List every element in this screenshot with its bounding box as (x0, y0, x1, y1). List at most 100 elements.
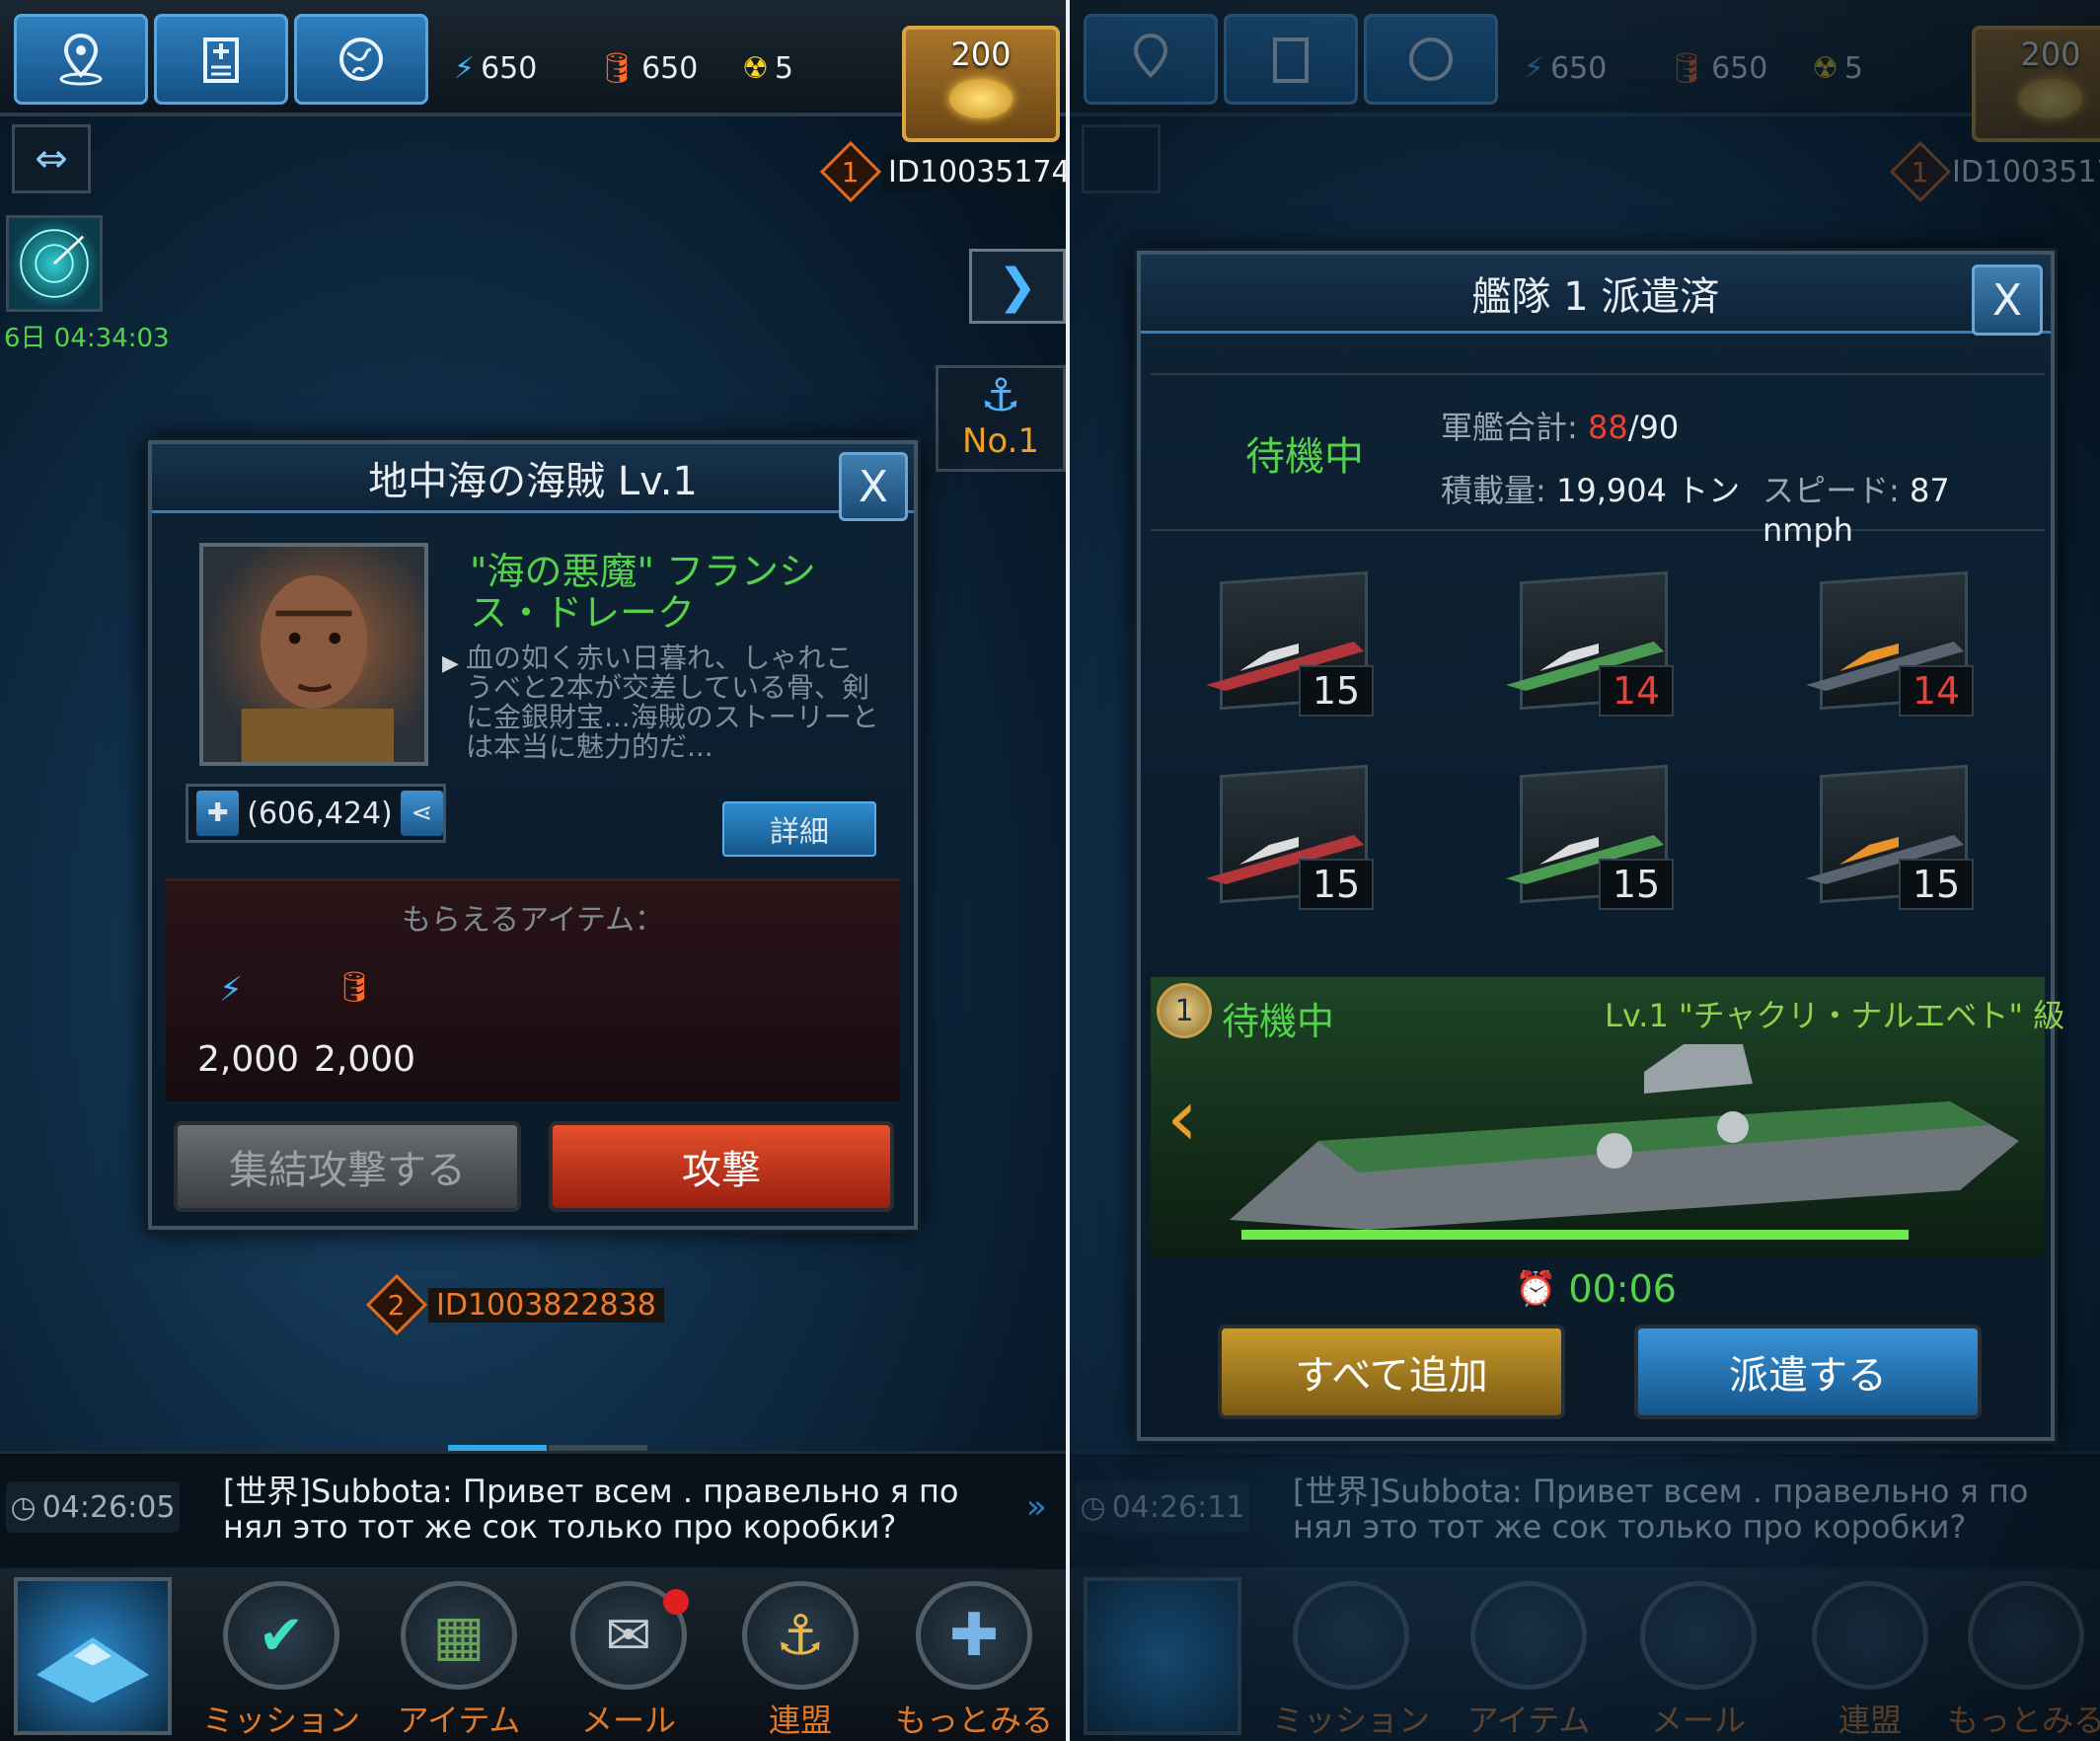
nav-alliance[interactable]: ⚓ 連盟 (726, 1569, 874, 1741)
enemy-id-badge[interactable]: 2 ID1003822838 (365, 1273, 664, 1336)
close-button[interactable]: X (839, 452, 908, 521)
plus-icon (1968, 1581, 2084, 1690)
expand-panel-button[interactable]: ❯ (969, 249, 1066, 324)
rank-diamond-icon: 1 (819, 140, 882, 203)
fleet-status: 待機中 (1245, 434, 1364, 480)
ship-slot[interactable]: 15 (1500, 764, 1678, 918)
world-map-button (1364, 14, 1498, 105)
bottom-nav: ✔ ミッション ▦ アイテム ✉ メール ⚓ 連盟 ✚ もっとみる (0, 1569, 1066, 1741)
rank-diamond-icon: 1 (1889, 140, 1952, 203)
nav-more[interactable]: ✚ もっとみる (895, 1569, 1053, 1741)
chat-timer: ◷ 04:26:05 (6, 1481, 180, 1533)
flagship-section: 1 待機中 Lv.1 "チャクリ・ナルエベト" 級 ‹ (1151, 977, 2064, 1257)
event-timer: 6日 04:34:03 (4, 324, 170, 353)
bullet-arrow-icon: ▶ (442, 651, 459, 676)
nav-mission: ミッション (1272, 1569, 1430, 1741)
cargo-capacity: 積載量: 19,904 トン (1441, 472, 1741, 509)
ship-slot[interactable]: 15 (1200, 764, 1378, 918)
nav-more: もっとみる (1947, 1569, 2100, 1741)
location-button[interactable] (14, 14, 148, 105)
mission-icon: ✔ (223, 1581, 339, 1690)
world-map-button[interactable] (294, 14, 428, 105)
nuclear-resource: ☢ 5 (742, 51, 793, 86)
ranking-button[interactable]: ⚓ No.1 (936, 365, 1066, 472)
bookmark-button (1224, 14, 1358, 105)
add-all-button[interactable]: すべて追加 (1218, 1325, 1565, 1419)
chat-expand-icon[interactable]: » (1026, 1487, 1047, 1527)
ship-slot[interactable]: 15 (1800, 764, 1978, 918)
flagship-name: Lv.1 "チャクリ・ナルエベト" 級 (1605, 997, 2065, 1034)
gold-button[interactable]: 200 (902, 26, 1060, 142)
prev-ship-arrow[interactable]: ‹ (1166, 1072, 1198, 1164)
bookmark-icon[interactable]: ✚ (196, 791, 240, 836)
rank-diamond-icon: 2 (365, 1273, 428, 1336)
bookmark-button[interactable] (154, 14, 288, 105)
crate-icon (1470, 1581, 1587, 1690)
player-id-badge[interactable]: 1 ID100351742 (819, 140, 1066, 203)
nav-alliance: 連盟 (1796, 1569, 1944, 1741)
mission-icon (1293, 1581, 1409, 1690)
add-document-icon (203, 38, 239, 83)
top-bar: ⚡ 650 🛢 650 ☢ 5 (1070, 0, 2100, 116)
close-button[interactable]: X (1972, 265, 2043, 336)
nuclear-icon: ☢ (742, 51, 769, 86)
anchor-icon (1812, 1581, 1928, 1690)
globe-icon (339, 38, 383, 81)
mail-notification-dot (663, 1589, 689, 1615)
fullscreen-button[interactable]: ⇔ (12, 124, 91, 193)
dialog-title: 艦隊 1 派遣済 (1141, 255, 2051, 334)
clock-icon: ◷ (1080, 1489, 1106, 1525)
fleet-dialog: 艦隊 1 派遣済 X 待機中 軍艦合計: 88/90 積載量: 19,904 ト… (1137, 251, 2064, 1441)
nav-mail: メール (1624, 1569, 1772, 1741)
location-button (1084, 14, 1218, 105)
ship-slot[interactable]: 14 (1800, 570, 1978, 724)
nav-mission[interactable]: ✔ ミッション (202, 1569, 360, 1741)
nav-items: アイテム (1455, 1569, 1603, 1741)
chat-message: [世界]Subbota: Привет всем . правельно я п… (223, 1473, 959, 1546)
fleet-speed: スピード: 87 nmph (1762, 472, 1950, 549)
rally-attack-button[interactable]: 集結攻撃する (174, 1121, 521, 1212)
player-id-badge: 1 ID1003517 (1889, 140, 2100, 203)
coordinates-box[interactable]: ✚ (606,424) ⋖ (186, 784, 446, 843)
expand-arrows-icon: ⇔ (35, 136, 68, 182)
location-pin-icon (1133, 33, 1168, 78)
oil-icon: 🛢 (598, 51, 637, 86)
flagship-hp-bar (1241, 1230, 1909, 1240)
energy-reward-value: 2,000 (197, 1039, 300, 1080)
flagship-hp-track (1241, 1230, 1909, 1240)
carrier-ship-image (1230, 1044, 2019, 1230)
chat-bar[interactable]: ◷ 04:26:05 [世界]Subbota: Привет всем . пра… (0, 1451, 1066, 1567)
oil-resource: 🛢 650 (598, 51, 699, 86)
pirate-description: 血の如く赤い日暮れ、しゃれこうべと2本が交差している骨、剣に金銀財宝...海賊の… (466, 642, 879, 763)
right-screen: ⚡ 650 🛢 650 ☢ 5 200 1 ID1003517 ◷ 04:26:11 [世… (1070, 0, 2100, 1741)
base-icon (37, 1637, 149, 1703)
close-icon: X (858, 461, 889, 512)
base-button[interactable] (14, 1577, 172, 1735)
rewards-section: もらえるアイテム： ⚡ 🛢 2,000 2,000 (166, 878, 900, 1101)
ship-slot[interactable]: 14 (1500, 570, 1678, 724)
location-pin-icon (59, 33, 103, 86)
mail-icon (1640, 1581, 1757, 1690)
ship-slot[interactable]: 15 (1200, 570, 1378, 724)
warship-total: 軍艦合計: 88/90 (1441, 409, 1680, 446)
pirate-portrait (199, 543, 428, 766)
gold-coin-icon (949, 79, 1012, 118)
dispatch-button[interactable]: 派遣する (1634, 1325, 1982, 1419)
chat-message: [世界]Subbota: Привет всем . правельно я п… (1293, 1473, 2029, 1546)
left-screen: ⚡650 🛢650 ☢5 200 1 ID100351742 ⇔ 6日 04:3… (0, 0, 1066, 1741)
chevron-left-icon: ‹ (1166, 1072, 1198, 1164)
plus-icon: ✚ (916, 1581, 1032, 1690)
radar-button[interactable] (6, 215, 103, 312)
nav-items[interactable]: ▦ アイテム (385, 1569, 533, 1741)
dialog-title: 地中海の海賊 Lv.1 (152, 444, 914, 513)
oil-resource: 🛢 650 (1668, 51, 1768, 86)
gold-coin-icon (2019, 79, 2082, 118)
close-icon: X (1991, 274, 2023, 326)
detail-button[interactable]: 詳細 (722, 801, 876, 857)
crate-icon: ▦ (401, 1581, 517, 1690)
nuclear-resource: ☢ 5 (1812, 51, 1863, 86)
attack-button[interactable]: 攻撃 (549, 1121, 894, 1212)
bottom-nav: ミッション アイテム メール 連盟 もっとみる (1070, 1569, 2100, 1741)
share-icon[interactable]: ⋖ (400, 791, 443, 836)
globe-icon (1409, 38, 1453, 81)
